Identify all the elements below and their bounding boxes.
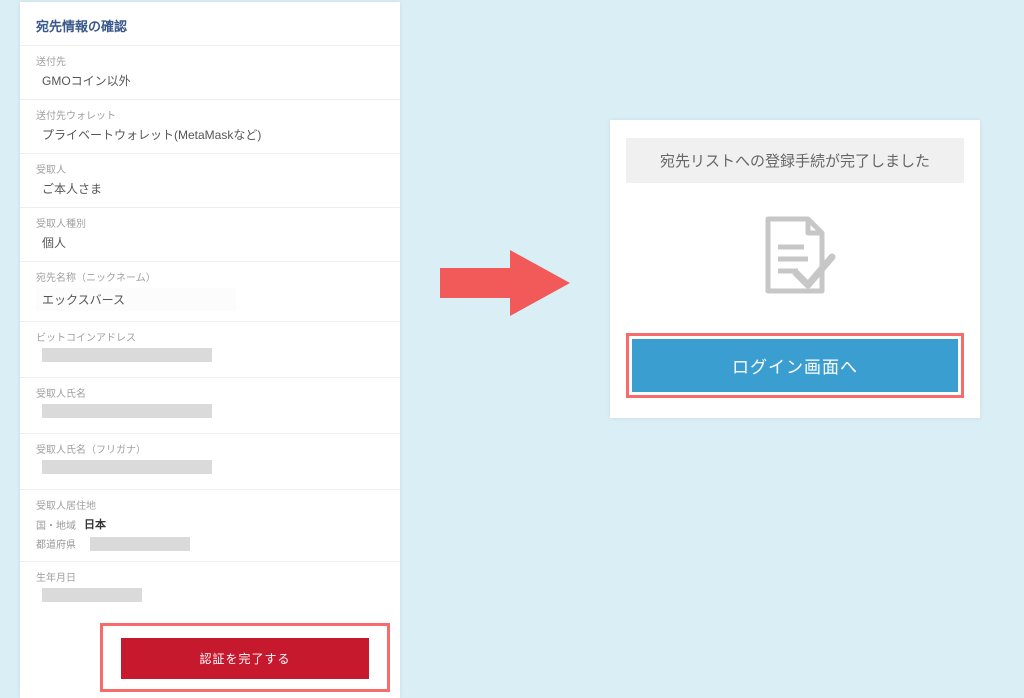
panel-title: 宛先情報の確認	[20, 2, 400, 45]
field-recipient-type: 受取人種別 個人	[20, 207, 400, 261]
recipient-name-kana-masked	[42, 460, 212, 474]
prefecture-masked	[90, 537, 190, 551]
btc-address-masked	[42, 348, 212, 362]
country-value: 日本	[84, 516, 106, 532]
field-dob: 生年月日	[20, 561, 400, 617]
destination-label: 送付先	[36, 53, 384, 68]
field-recipient: 受取人 ご本人さま	[20, 153, 400, 207]
document-check-icon	[626, 211, 964, 301]
recipient-name-kana-label: 受取人氏名（フリガナ）	[36, 441, 384, 456]
login-button[interactable]: ログイン画面へ	[632, 339, 958, 392]
residence-label: 受取人居住地	[36, 497, 384, 512]
recipient-value: ご本人さま	[36, 180, 384, 197]
success-message: 宛先リストへの登録手続が完了しました	[626, 138, 964, 183]
nickname-value[interactable]: エックスバース	[36, 288, 236, 311]
nickname-label: 宛先名称（ニックネーム）	[36, 269, 384, 284]
arrow-icon	[440, 250, 570, 316]
field-nickname: 宛先名称（ニックネーム） エックスバース	[20, 261, 400, 321]
recipient-name-label: 受取人氏名	[36, 385, 384, 400]
dob-masked	[42, 588, 142, 602]
login-button-highlight: ログイン画面へ	[626, 333, 964, 398]
field-wallet: 送付先ウォレット プライベートウォレット(MetaMaskなど)	[20, 99, 400, 153]
field-residence: 受取人居住地 国・地域 日本 都道府県	[20, 489, 400, 561]
field-recipient-name: 受取人氏名	[20, 377, 400, 433]
wallet-value: プライベートウォレット(MetaMaskなど)	[36, 126, 384, 143]
dob-label: 生年月日	[36, 569, 384, 584]
country-label: 国・地域	[36, 517, 76, 532]
complete-auth-button[interactable]: 認証を完了する	[121, 638, 369, 679]
destination-value: GMOコイン以外	[36, 72, 384, 89]
recipient-name-masked	[42, 404, 212, 418]
recipient-label: 受取人	[36, 161, 384, 176]
field-btc-address: ビットコインアドレス	[20, 321, 400, 377]
btc-address-label: ビットコインアドレス	[36, 329, 384, 344]
wallet-label: 送付先ウォレット	[36, 107, 384, 122]
confirmation-panel: 宛先情報の確認 送付先 GMOコイン以外 送付先ウォレット プライベートウォレッ…	[20, 2, 400, 698]
field-destination: 送付先 GMOコイン以外	[20, 45, 400, 99]
field-recipient-name-kana: 受取人氏名（フリガナ）	[20, 433, 400, 489]
prefecture-label: 都道府県	[36, 536, 76, 551]
complete-button-highlight: 認証を完了する	[100, 623, 390, 692]
success-panel: 宛先リストへの登録手続が完了しました ログイン画面へ	[610, 120, 980, 418]
recipient-type-value: 個人	[36, 234, 384, 251]
recipient-type-label: 受取人種別	[36, 215, 384, 230]
